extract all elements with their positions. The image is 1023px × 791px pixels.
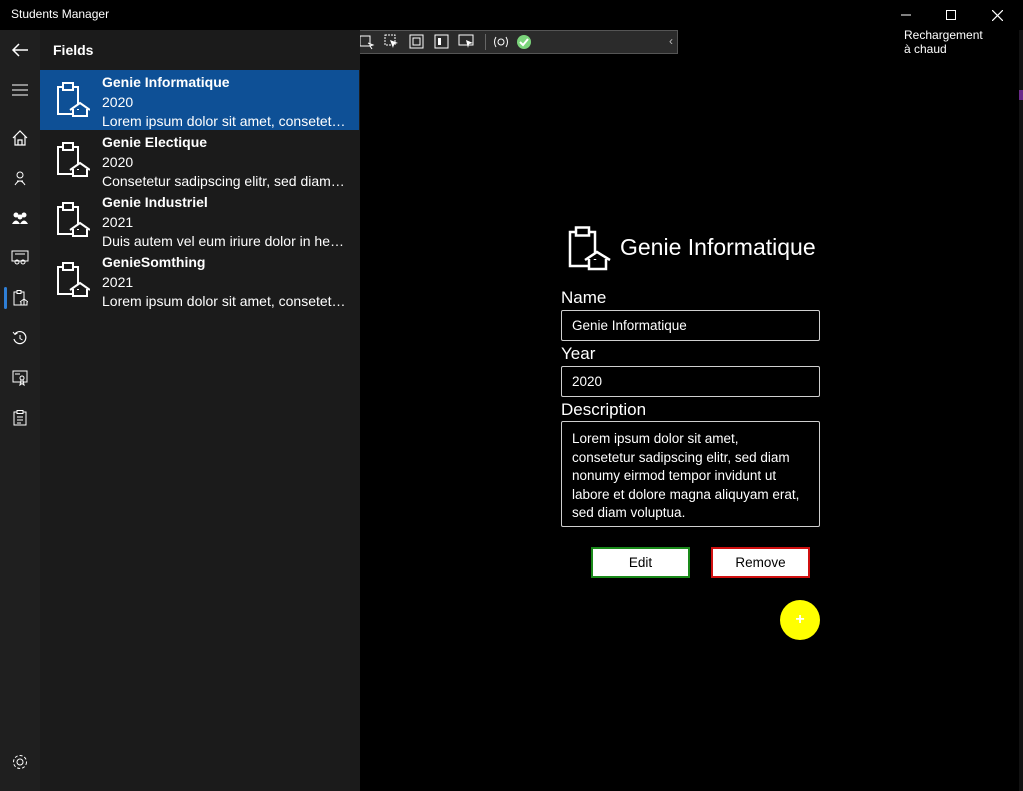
- hot-reload-label: Rechargement à chaud: [904, 28, 983, 56]
- nav-item-classes[interactable]: [0, 238, 40, 278]
- right-edge-strip: [1019, 30, 1023, 791]
- preview-selection-icon: [458, 34, 474, 48]
- select-element-icon: [384, 34, 398, 48]
- people-group-icon: [12, 212, 28, 224]
- hamburger-menu-icon: [12, 84, 28, 96]
- binding-failures-button[interactable]: [490, 32, 512, 52]
- list-item[interactable]: Genie Electique 2020 Consetetur sadipsci…: [40, 130, 359, 190]
- list-item[interactable]: Genie Industriel 2021 Duis autem vel eum…: [40, 190, 359, 250]
- nav-item-students[interactable]: [0, 158, 40, 198]
- live-visual-tree-icon: [359, 35, 375, 50]
- item-description: Duis autem vel eum iriure dolor in hendr…: [102, 233, 347, 249]
- year-field[interactable]: 2020: [561, 366, 820, 397]
- item-description: Lorem ipsum dolor sit amet, consetetur s…: [102, 113, 347, 129]
- nav-rail: [0, 30, 40, 791]
- fields-list-pane: Fields Genie Informatique 2020 Lorem ips…: [40, 30, 360, 791]
- certificate-icon: [12, 370, 28, 386]
- edit-button[interactable]: Edit: [591, 547, 690, 578]
- maximize-icon: [946, 10, 956, 20]
- clipboard-list-icon: [13, 410, 27, 426]
- description-field[interactable]: Lorem ipsum dolor sit amet, consetetur s…: [561, 421, 820, 527]
- maximize-button[interactable]: [928, 0, 974, 30]
- nav-item-home[interactable]: [0, 118, 40, 158]
- item-description: Consetetur sadipscing elitr, sed diam no…: [102, 173, 347, 189]
- check-icon: [517, 35, 531, 49]
- binding-failures-icon: [494, 36, 508, 48]
- field-clipboard-icon: [568, 226, 611, 271]
- item-year: 2020: [102, 94, 134, 110]
- item-year: 2021: [102, 214, 134, 230]
- name-field[interactable]: Genie Informatique: [561, 310, 820, 341]
- close-icon: [991, 9, 1003, 21]
- back-arrow-icon: [11, 43, 28, 57]
- item-name: Genie Industriel: [102, 194, 208, 210]
- menu-button[interactable]: [0, 70, 40, 110]
- item-year: 2021: [102, 274, 134, 290]
- item-name: Genie Electique: [102, 134, 208, 150]
- nav-item-history[interactable]: [0, 318, 40, 358]
- history-icon: [12, 330, 27, 345]
- list-heading: Fields: [53, 42, 94, 58]
- xaml-debug-toolbar: Rechargement à chaud ‹: [342, 28, 983, 56]
- list-item[interactable]: Genie Informatique 2020 Lorem ipsum dolo…: [40, 70, 359, 130]
- minimize-button[interactable]: [883, 0, 929, 30]
- name-label: Name: [561, 288, 607, 307]
- settings-gear-icon: [13, 755, 27, 769]
- window-title: Students Manager: [11, 7, 110, 21]
- select-element-button[interactable]: [381, 32, 403, 52]
- back-button[interactable]: [0, 30, 40, 70]
- close-button[interactable]: [974, 0, 1020, 30]
- hot-reload-status[interactable]: Rechargement à chaud: [517, 28, 983, 56]
- track-focus-icon: [434, 34, 449, 49]
- toolbar-separator: [485, 34, 486, 50]
- display-layout-adorners-icon: [409, 34, 424, 49]
- minimize-icon: [901, 14, 911, 16]
- list-item[interactable]: GenieSomthing 2021 Lorem ipsum dolor sit…: [40, 250, 359, 310]
- field-clipboard-icon: [57, 142, 90, 177]
- nav-item-settings[interactable]: [0, 742, 40, 782]
- add-field-button[interactable]: +: [780, 600, 820, 640]
- field-clipboard-icon: [57, 262, 90, 297]
- student-badge-icon: [14, 171, 26, 186]
- add-icon: +: [795, 611, 805, 628]
- fields-clipboard-icon: [13, 290, 28, 306]
- nav-item-certificates[interactable]: [0, 358, 40, 398]
- track-focus-button[interactable]: [431, 32, 453, 52]
- edge-marker: [1019, 90, 1023, 100]
- item-year: 2020: [102, 154, 134, 170]
- nav-item-groups[interactable]: [0, 198, 40, 238]
- nav-item-fields[interactable]: [0, 278, 40, 318]
- remove-button[interactable]: Remove: [711, 547, 810, 578]
- field-clipboard-icon: [57, 82, 90, 117]
- display-layout-adorners-button[interactable]: [406, 32, 428, 52]
- year-label: Year: [561, 344, 596, 363]
- collapse-toolbar-icon[interactable]: ‹: [669, 34, 673, 48]
- description-label: Description: [561, 400, 647, 419]
- item-description: Lorem ipsum dolor sit amet, consetetur s…: [102, 293, 347, 309]
- home-icon: [12, 130, 28, 146]
- title-bar: Students Manager: [0, 0, 1023, 30]
- preview-selection-button[interactable]: [456, 32, 478, 52]
- nav-item-reports[interactable]: [0, 398, 40, 438]
- detail-title: Genie Informatique: [620, 234, 816, 260]
- item-name: GenieSomthing: [102, 254, 206, 270]
- item-name: Genie Informatique: [102, 74, 230, 90]
- classroom-icon: [11, 250, 29, 265]
- field-clipboard-icon: [57, 202, 90, 237]
